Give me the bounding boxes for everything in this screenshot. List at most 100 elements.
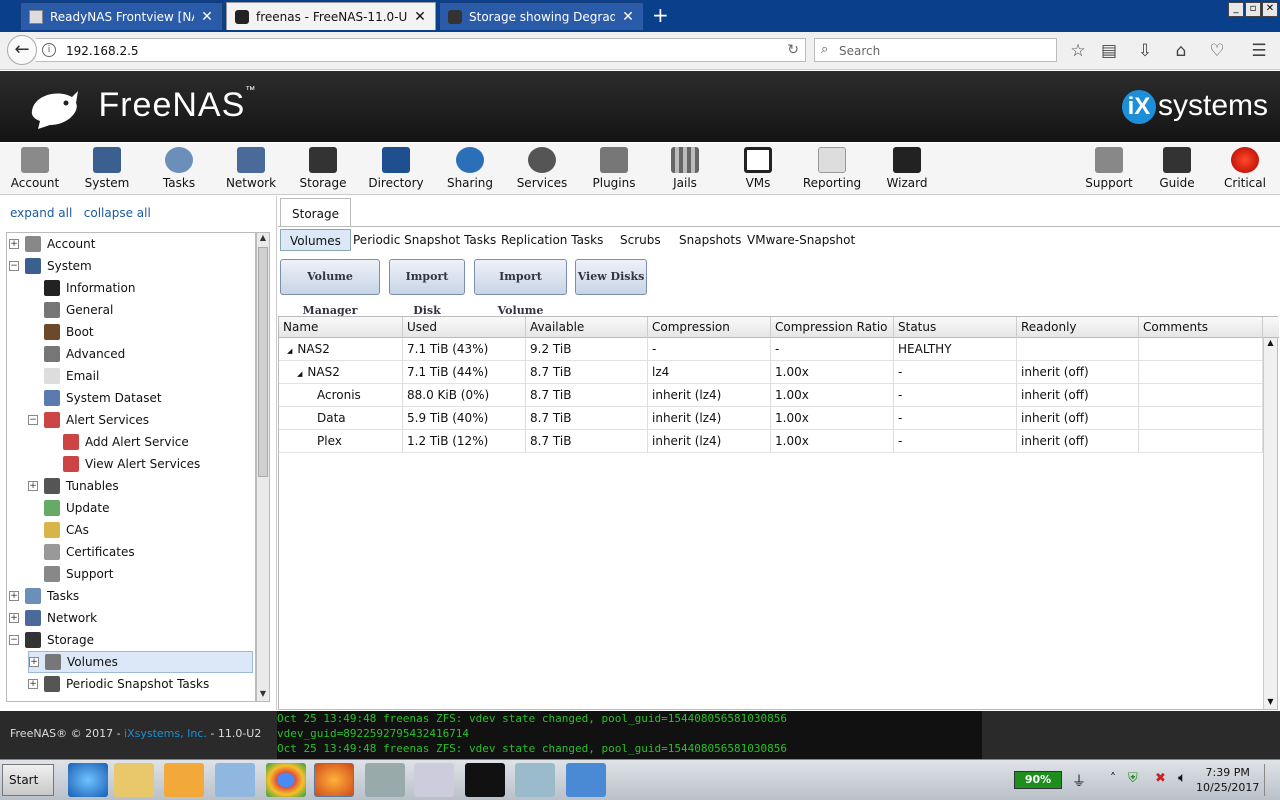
view-disks-button[interactable]: View Disks	[575, 259, 647, 295]
power-plug-icon[interactable]: ⏚	[1072, 771, 1086, 791]
column-header-available[interactable]: Available	[526, 317, 648, 338]
command-prompt-icon[interactable]	[465, 763, 505, 797]
expand-all-link[interactable]: expand all	[10, 206, 72, 220]
sidebar-item-tasks[interactable]: + Tasks	[9, 585, 253, 607]
toolbar-system[interactable]: System	[72, 147, 142, 190]
toolbar-critical[interactable]: Critical	[1210, 147, 1280, 190]
toolbar-reporting[interactable]: Reporting	[797, 147, 867, 190]
sidebar-item-periodic-snapshot-tasks[interactable]: + Periodic Snapshot Tasks	[28, 673, 253, 695]
collapse-all-link[interactable]: collapse all	[84, 206, 151, 220]
sidebar-item-update[interactable]: Update	[28, 497, 253, 519]
toolbar-vms[interactable]: VMs	[723, 147, 793, 190]
scroll-up-icon[interactable]: ▲	[257, 233, 269, 245]
sidebar-item-boot[interactable]: Boot	[28, 321, 253, 343]
sidebar-item-email[interactable]: Email	[28, 365, 253, 387]
toolbar-plugins[interactable]: Plugins	[579, 147, 649, 190]
toolbar-network[interactable]: Network	[216, 147, 286, 190]
scroll-down-icon[interactable]: ▼	[257, 689, 269, 701]
subtab-snapshots[interactable]: Snapshots	[675, 229, 745, 251]
download-icon[interactable]: ⇩	[1135, 41, 1155, 61]
media-player-icon[interactable]	[164, 763, 204, 797]
sidebar-item-information[interactable]: Information	[28, 277, 253, 299]
import-volume-button[interactable]: Import Volume	[474, 259, 567, 317]
toolbar-account[interactable]: Account	[0, 147, 70, 190]
sidebar-item-certificates[interactable]: Certificates	[28, 541, 253, 563]
minimize-button[interactable]: _	[1228, 2, 1244, 17]
expand-icon[interactable]: +	[9, 591, 19, 601]
toolbar-support[interactable]: Support	[1074, 147, 1144, 190]
table-row[interactable]: Acronis 88.0 KiB (0%) 8.7 TiB inherit (lz4)…	[279, 384, 1264, 407]
subtab-volumes[interactable]: Volumes	[280, 229, 351, 251]
table-row[interactable]: Data 5.9 TiB (40%) 8.7 TiB inherit (lz4) 1.0…	[279, 407, 1264, 430]
control-panel-icon[interactable]	[566, 763, 606, 797]
column-header-compression-ratio[interactable]: Compression Ratio	[771, 317, 894, 338]
expand-icon[interactable]: +	[28, 679, 38, 689]
toolbar-wizard[interactable]: Wizard	[872, 147, 942, 190]
pocket-icon[interactable]: ♡	[1207, 41, 1227, 61]
url-bar[interactable]: i 192.168.2.5 ↻	[36, 38, 806, 62]
file-explorer-icon[interactable]	[114, 763, 154, 797]
browser-tab-freenas[interactable]: freenas - FreeNAS-11.0-U2 (... ✕	[226, 2, 436, 30]
sidebar-item-general[interactable]: General	[28, 299, 253, 321]
clock[interactable]: 7:39 PM 10/25/2017	[1196, 765, 1259, 795]
sidebar-item-system[interactable]: − System	[9, 255, 253, 277]
notepad-icon[interactable]	[515, 763, 555, 797]
show-desktop-button[interactable]	[1264, 764, 1278, 796]
chrome-icon[interactable]	[266, 763, 306, 797]
subtab-periodic-snapshot-tasks[interactable]: Periodic Snapshot Tasks	[349, 229, 500, 251]
volume-icon[interactable]: 🔈︎	[1178, 770, 1186, 786]
table-row[interactable]: Plex 1.2 TiB (12%) 8.7 TiB inherit (lz4) 1.0…	[279, 430, 1264, 453]
toolbar-directory[interactable]: Directory	[361, 147, 431, 190]
sidebar-item-advanced[interactable]: Advanced	[28, 343, 253, 365]
sidebar-item-account[interactable]: + Account	[9, 233, 253, 255]
import-disk-button[interactable]: Import Disk	[389, 259, 465, 317]
toolbar-guide[interactable]: Guide	[1142, 147, 1212, 190]
expand-icon[interactable]: +	[9, 239, 19, 249]
close-tab-icon[interactable]: ✕	[200, 9, 214, 25]
toolbar-storage[interactable]: Storage	[288, 147, 358, 190]
tab-storage[interactable]: Storage	[280, 198, 351, 226]
sidebar-item-storage[interactable]: − Storage	[9, 629, 253, 651]
drive-icon[interactable]	[365, 763, 405, 797]
collapse-icon[interactable]: −	[9, 261, 19, 271]
scroll-down-icon[interactable]: ▼	[1264, 697, 1277, 709]
sidebar-item-view-alert-services[interactable]: View Alert Services	[47, 453, 253, 475]
restore-button[interactable]: ▫	[1245, 2, 1261, 17]
back-button[interactable]: ←	[7, 35, 37, 65]
column-header-used[interactable]: Used	[403, 317, 526, 338]
toolbar-services[interactable]: Services	[507, 147, 577, 190]
menu-icon[interactable]: ☰	[1249, 41, 1269, 61]
app-icon[interactable]	[414, 763, 454, 797]
close-tab-icon[interactable]: ✕	[621, 9, 635, 25]
sidebar-item-volumes[interactable]: + Volumes	[28, 651, 253, 673]
scroll-up-icon[interactable]: ▲	[1264, 338, 1277, 350]
close-tab-icon[interactable]: ✕	[413, 9, 427, 25]
expand-icon[interactable]: +	[28, 481, 38, 491]
sidebar-item-cas[interactable]: CAs	[28, 519, 253, 541]
bookmark-star-icon[interactable]: ☆	[1068, 41, 1088, 61]
browser-tab-degraded[interactable]: Storage showing Degraded | ... ✕	[439, 2, 644, 30]
home-icon[interactable]: ⌂	[1171, 41, 1191, 61]
collapse-icon[interactable]: −	[9, 635, 19, 645]
tree-scrollbar[interactable]: ▲ ▼	[256, 232, 270, 702]
info-icon[interactable]: i	[42, 43, 56, 57]
search-input[interactable]: ⌕ Search	[814, 38, 1057, 62]
sidebar-item-support[interactable]: Support	[28, 563, 253, 585]
internet-explorer-icon[interactable]	[68, 763, 108, 797]
app-icon[interactable]	[215, 763, 255, 797]
expand-icon[interactable]: +	[9, 613, 19, 623]
firefox-icon[interactable]	[314, 763, 354, 797]
expand-icon[interactable]: +	[29, 657, 39, 667]
column-header-readonly[interactable]: Readonly	[1017, 317, 1139, 338]
grid-scrollbar[interactable]: ▲ ▼	[1263, 338, 1277, 709]
table-row[interactable]: ◢ NAS2 7.1 TiB (43%) 9.2 TiB - - HEALTHY	[279, 338, 1264, 361]
column-header-status[interactable]: Status	[894, 317, 1017, 338]
ixsystems-link[interactable]: iXsystems, Inc.	[124, 727, 207, 740]
column-header-name[interactable]: Name	[279, 317, 403, 338]
toolbar-jails[interactable]: Jails	[650, 147, 720, 190]
new-tab-button[interactable]: +	[652, 5, 669, 25]
subtab-replication-tasks[interactable]: Replication Tasks	[497, 229, 607, 251]
sidebar-item-alert-services[interactable]: − Alert Services	[28, 409, 253, 431]
sidebar-item-network[interactable]: + Network	[9, 607, 253, 629]
start-button[interactable]: Start	[2, 764, 54, 796]
